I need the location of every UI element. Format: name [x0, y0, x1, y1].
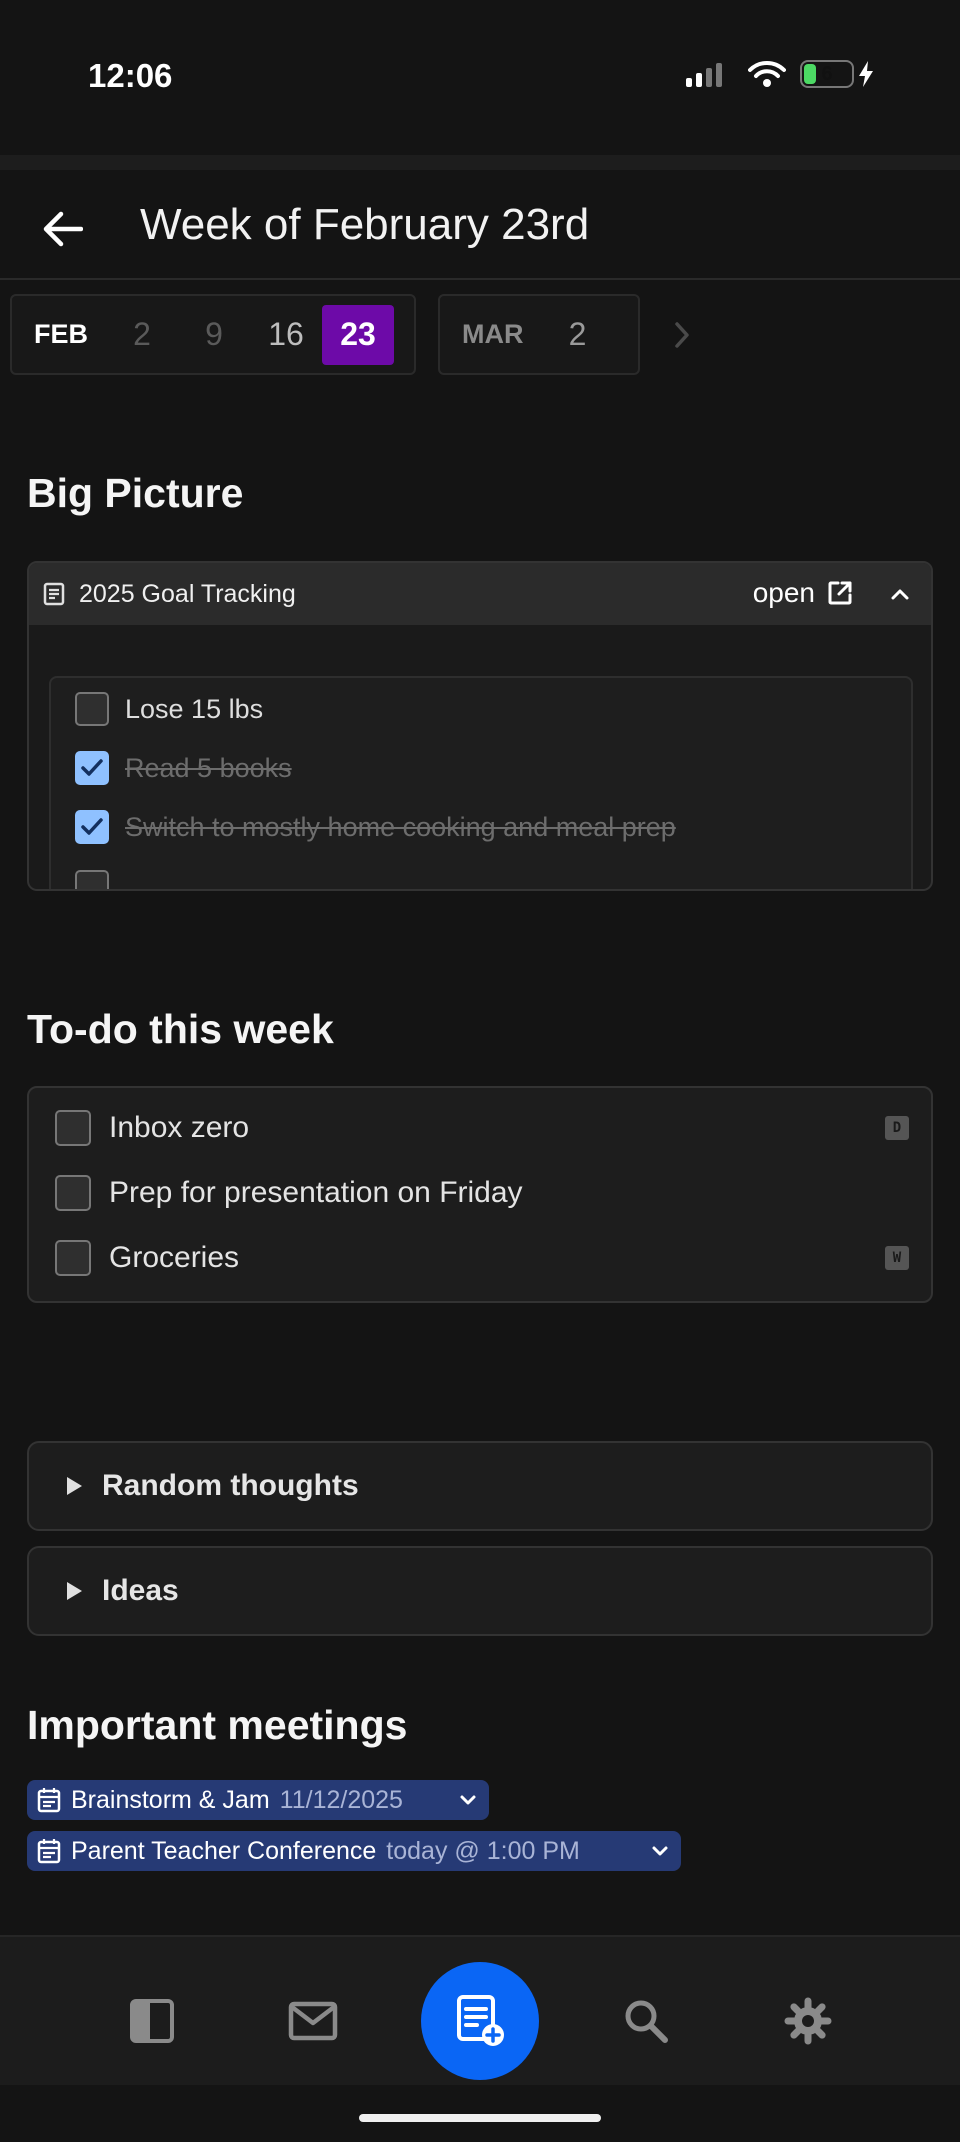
open-doc-link[interactable]: open [753, 577, 853, 609]
section-title-meetings: Important meetings [27, 1702, 408, 1748]
toggle-label: Random thoughts [102, 1469, 359, 1502]
battery-level: 6 [821, 62, 833, 85]
goal-tracking-header: 2025 Goal Tracking open [29, 563, 931, 625]
goal-item: Lose 15 lbs [75, 692, 263, 726]
todo-text: Groceries [109, 1241, 240, 1274]
toggle-label: Ideas [102, 1574, 179, 1607]
meeting-name: Parent Teacher Conference [71, 1836, 377, 1865]
new-note-icon [457, 1995, 504, 2046]
status-time: 12:06 [88, 57, 173, 94]
goal-tracking-card: 2025 Goal Tracking open Lose 15 lbs Read… [27, 561, 933, 891]
calendar-icon [37, 1788, 61, 1813]
document-icon [43, 582, 65, 606]
sidebar-icon [130, 1999, 174, 2043]
todo-checkbox[interactable] [55, 1240, 91, 1276]
chevron-down-icon[interactable] [651, 1845, 669, 1857]
meeting-date: today @ 1:00 PM [386, 1836, 580, 1865]
page-title: Week of February 23rd [140, 200, 590, 249]
goal-item: Switch to mostly home cooking and meal p… [75, 810, 676, 844]
meeting-name: Brainstorm & Jam [71, 1785, 270, 1814]
section-title-todo: To-do this week [27, 1006, 334, 1052]
collapse-button[interactable] [883, 577, 917, 611]
todo-checkbox[interactable] [55, 1110, 91, 1146]
goal-text: Switch to mostly home cooking and meal p… [125, 811, 676, 842]
meeting-date: 11/12/2025 [279, 1785, 403, 1814]
back-button[interactable] [36, 202, 90, 256]
toggle-random-thoughts[interactable]: Random thoughts [27, 1441, 933, 1531]
goal-checkbox-checked[interactable] [75, 810, 109, 844]
status-bar: 12:06 6 [0, 0, 960, 155]
checkmark-icon [81, 818, 103, 835]
todo-tag-badge: W [885, 1246, 909, 1270]
arrow-left-icon [43, 211, 83, 247]
nav-mail-button[interactable] [281, 1989, 345, 2053]
goal-item: Read 5 books [75, 751, 292, 785]
external-link-icon [828, 581, 852, 605]
month-label-feb: FEB [34, 319, 88, 349]
next-weeks-button[interactable] [662, 305, 702, 365]
week-day-button[interactable]: 9 [178, 305, 250, 365]
home-indicator [359, 2114, 601, 2122]
open-label: open [752, 577, 815, 608]
todo-tag-badge: D [885, 1116, 909, 1140]
goal-checkbox-checked[interactable] [75, 751, 109, 785]
todo-item: Inbox zero D [55, 1108, 909, 1148]
goal-text: Read 5 books [125, 752, 292, 783]
chevron-right-icon [674, 321, 689, 348]
todo-item: Prep for presentation on Friday [55, 1173, 909, 1213]
new-note-button[interactable] [421, 1962, 539, 2080]
week-day-button[interactable]: 16 [250, 305, 322, 365]
week-day-button[interactable]: 2 [542, 305, 614, 365]
todo-text: Inbox zero [109, 1111, 250, 1144]
todo-card: Inbox zero D Prep for presentation on Fr… [27, 1086, 933, 1303]
status-icons: 6 [686, 60, 874, 88]
header-divider-strip [0, 155, 960, 170]
month-label-mar: MAR [462, 319, 524, 349]
month-group-mar: MAR 2 [438, 294, 640, 375]
search-icon [625, 2000, 668, 2043]
todo-item: Groceries W [55, 1238, 909, 1278]
goal-text: Lose 15 lbs [125, 693, 264, 724]
section-title-big-picture: Big Picture [27, 470, 244, 516]
header: Week of February 23rd [0, 170, 960, 280]
chevron-down-icon[interactable] [459, 1794, 477, 1806]
week-navigator: FEB 2 9 16 23 MAR 2 [10, 294, 702, 375]
goal-list: Lose 15 lbs Read 5 books Switch to mostl… [49, 676, 913, 889]
wifi-icon [748, 60, 786, 87]
goal-item-partial [75, 870, 109, 889]
meeting-chip[interactable]: Brainstorm & Jam 11/12/2025 [27, 1780, 489, 1820]
checkmark-icon [81, 759, 103, 776]
gear-icon [784, 1997, 832, 2045]
charging-bolt-icon [859, 61, 873, 87]
toggle-ideas[interactable]: Ideas [27, 1546, 933, 1636]
nav-settings-button[interactable] [776, 1989, 840, 2053]
calendar-icon [37, 1839, 61, 1864]
nav-sidebar-button[interactable] [120, 1989, 184, 2053]
goal-checkbox[interactable] [75, 870, 109, 889]
month-group-feb: FEB 2 9 16 23 [10, 294, 416, 375]
battery-icon: 6 [800, 60, 854, 88]
mail-icon [288, 2001, 338, 2041]
todo-text: Prep for presentation on Friday [109, 1176, 523, 1209]
cellular-signal-icon [686, 63, 722, 87]
todo-checkbox[interactable] [55, 1175, 91, 1211]
nav-search-button[interactable] [614, 1989, 678, 2053]
chevron-up-icon [891, 589, 909, 600]
meeting-chip[interactable]: Parent Teacher Conference today @ 1:00 P… [27, 1831, 681, 1871]
week-day-button-selected[interactable]: 23 [322, 304, 394, 365]
triangle-right-icon [67, 1477, 82, 1495]
week-day-button[interactable]: 2 [106, 305, 178, 365]
goal-checkbox[interactable] [75, 692, 109, 726]
triangle-right-icon [67, 1582, 82, 1600]
linked-doc-title: 2025 Goal Tracking [79, 579, 296, 608]
